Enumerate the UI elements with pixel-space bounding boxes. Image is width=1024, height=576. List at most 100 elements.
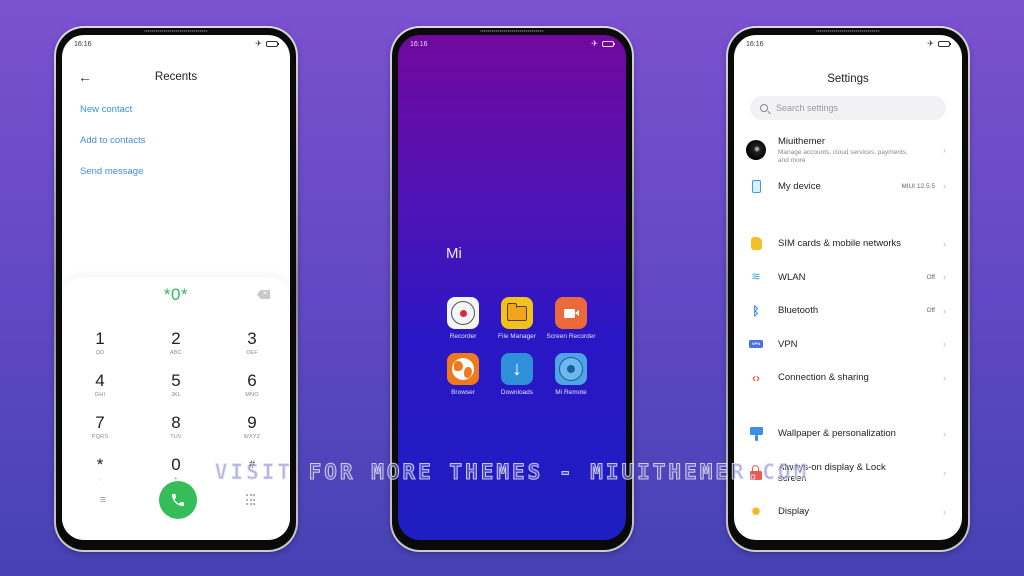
earpiece-speaker (816, 30, 880, 32)
airplane-mode-icon: ✈ (927, 39, 934, 48)
folder-title[interactable]: Mi (446, 245, 462, 262)
dial-key-1[interactable]: 1 QD (62, 329, 138, 362)
earpiece-speaker (480, 30, 544, 32)
settings-item-wlan[interactable]: ≋ WLAN Off › (734, 261, 962, 295)
dial-key-7[interactable]: 7 PQRS (62, 413, 138, 446)
page-title: Recents (154, 71, 198, 83)
dialer-header: ← Recents (62, 69, 290, 85)
dial-key-3[interactable]: 3 DEF (214, 329, 290, 362)
phone-dialer: 16:16 ✈ ← Recents New contact Add to con… (54, 26, 298, 552)
wifi-icon: ≋ (751, 270, 761, 283)
add-to-contacts-link[interactable]: Add to contacts (80, 130, 145, 161)
dial-key-4[interactable]: 4 GHI (62, 371, 138, 404)
phone-bezel: 16:16 ✈ Settings Miuithemer Manage accou… (728, 28, 968, 550)
send-message-link[interactable]: Send message (80, 161, 145, 192)
phone-icon (172, 494, 184, 506)
dial-key-2[interactable]: 2 ABC (138, 329, 214, 362)
chevron-right-icon: › (943, 145, 946, 155)
settings-item-wallpaper[interactable]: Wallpaper & personalization › (734, 417, 962, 451)
status-bar: 16:16 ✈ (62, 35, 290, 53)
dial-key-9[interactable]: 9 WXYZ (214, 413, 290, 446)
battery-icon (266, 41, 279, 47)
battery-icon (602, 41, 615, 47)
app-recorder[interactable]: Recorder (436, 297, 490, 341)
chevron-right-icon: › (943, 181, 946, 191)
dial-key-6[interactable]: 6 MNO (214, 371, 290, 404)
new-contact-link[interactable]: New contact (80, 99, 145, 130)
earpiece-speaker (144, 30, 208, 32)
battery-icon (938, 41, 951, 47)
miui-version: MIUI 12.5.5 (901, 182, 935, 190)
vpn-icon: VPN (749, 340, 763, 349)
settings-item-sim[interactable]: SIM cards & mobile networks › (734, 227, 962, 261)
phone-bezel: 16:16 ✈ Mi Recorder File Manager Screen … (392, 28, 632, 550)
dial-keys: 1 QD 2 ABC 3 DEF 4 GHI 5 JKL 6 MNO 7 PQRS 8 TUV … (62, 329, 290, 488)
status-time: 16:16 (410, 40, 428, 48)
app-browser[interactable]: Browser (436, 353, 490, 397)
folder-icon (501, 297, 533, 329)
airplane-mode-icon: ✈ (255, 39, 262, 48)
dialer-bottom-bar: ≡ (62, 481, 290, 519)
settings-list: Miuithemer Manage accounts, cloud servic… (734, 133, 962, 529)
chevron-right-icon: › (943, 506, 946, 517)
brush-icon (749, 426, 763, 441)
dialpad-toggle-icon[interactable] (246, 494, 256, 506)
phone-device-icon (751, 179, 761, 193)
status-bar: 16:16 ✈ (398, 35, 626, 53)
settings-item-vpn[interactable]: VPN VPN › (734, 328, 962, 362)
recorder-icon (447, 297, 479, 329)
back-arrow-icon[interactable]: ← (78, 69, 92, 85)
phone-bezel: 16:16 ✈ ← Recents New contact Add to con… (56, 28, 296, 550)
search-bar[interactable] (750, 96, 946, 120)
settings-item-my-device[interactable]: My device MIUI 12.5.5 › (734, 167, 962, 205)
settings-item-connection-sharing[interactable]: ‹› Connection & sharing › (734, 361, 962, 395)
settings-item-display[interactable]: ✹ Display › (734, 495, 962, 529)
video-camera-icon (555, 297, 587, 329)
bluetooth-status: Off (926, 307, 935, 315)
remote-dial-icon (555, 353, 587, 385)
chevron-right-icon: › (943, 272, 946, 283)
settings-screen: 16:16 ✈ Settings Miuithemer Manage accou… (734, 35, 962, 540)
airplane-mode-icon: ✈ (591, 39, 598, 48)
settings-item-bluetooth[interactable]: ᛒ Bluetooth Off › (734, 294, 962, 328)
dialer-screen: 16:16 ✈ ← Recents New contact Add to con… (62, 35, 290, 540)
search-input[interactable] (776, 103, 926, 113)
chevron-right-icon: › (943, 305, 946, 316)
search-icon (760, 104, 768, 112)
connection-sharing-icon: ‹› (752, 370, 760, 385)
app-grid: Recorder File Manager Screen Recorder Br… (436, 297, 598, 397)
app-mi-remote[interactable]: Mi Remote (544, 353, 598, 397)
settings-item-always-on-display[interactable]: Always-on display & Lock screen › (734, 451, 962, 495)
sun-icon: ✹ (750, 504, 762, 519)
chevron-right-icon: › (943, 238, 946, 249)
app-downloads[interactable]: ↓ Downloads (490, 353, 544, 397)
dial-key-5[interactable]: 5 JKL (138, 371, 214, 404)
sim-card-icon (750, 237, 762, 251)
globe-icon (447, 353, 479, 385)
call-button[interactable] (159, 481, 197, 519)
phone-settings: 16:16 ✈ Settings Miuithemer Manage accou… (726, 26, 970, 552)
bluetooth-icon: ᛒ (752, 303, 760, 318)
home-screen: 16:16 ✈ Mi Recorder File Manager Screen … (398, 35, 626, 540)
chevron-right-icon: › (943, 467, 946, 478)
download-arrow-icon: ↓ (501, 353, 533, 385)
dial-key-8[interactable]: 8 TUV (138, 413, 214, 446)
lock-icon (750, 465, 762, 480)
menu-icon[interactable]: ≡ (96, 494, 110, 506)
wlan-status: Off (926, 273, 935, 281)
avatar (746, 140, 766, 160)
app-file-manager[interactable]: File Manager (490, 297, 544, 341)
page-title: Settings (827, 73, 869, 85)
dialpad: *0* ✕ 1 QD 2 ABC 3 DEF 4 GHI 5 JKL 6 MNO 7 PQRS… (62, 277, 290, 540)
status-time: 16:16 (74, 40, 92, 48)
chevron-right-icon: › (943, 339, 946, 350)
chevron-right-icon: › (943, 372, 946, 383)
dialed-number: *0* (163, 285, 189, 304)
app-screen-recorder[interactable]: Screen Recorder (544, 297, 598, 341)
settings-item-account[interactable]: Miuithemer Manage accounts, cloud servic… (734, 133, 962, 167)
chevron-right-icon: › (943, 428, 946, 439)
dialer-actions: New contact Add to contacts Send message (80, 99, 145, 192)
status-bar: 16:16 ✈ (734, 35, 962, 53)
status-time: 16:16 (746, 40, 764, 48)
phone-home: 16:16 ✈ Mi Recorder File Manager Screen … (390, 26, 634, 552)
